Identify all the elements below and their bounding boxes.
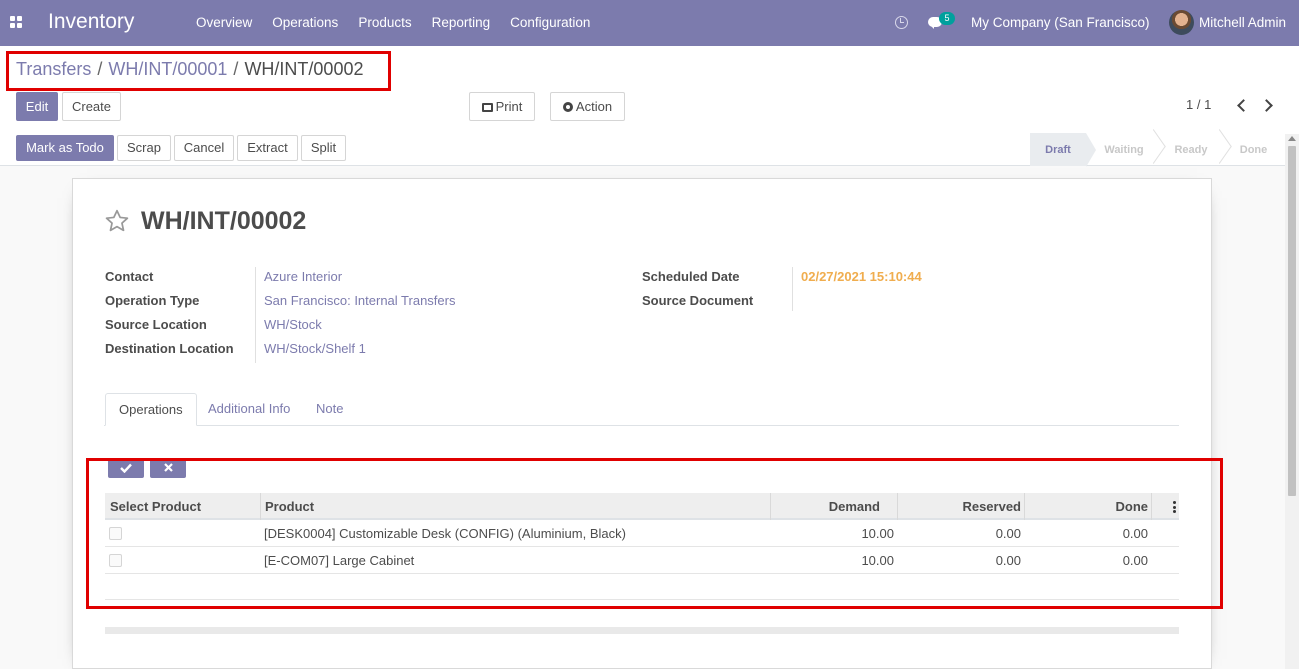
status-draft: Draft [1030,133,1096,167]
clock-icon[interactable] [895,16,908,29]
table-footer-bar [105,627,1179,634]
create-button[interactable]: Create [62,92,121,121]
destination-location-value[interactable]: WH/Stock/Shelf 1 [264,341,366,356]
highlight-box-table [86,458,1223,609]
split-button[interactable]: Split [301,135,346,161]
destination-location-label: Destination Location [105,341,234,356]
menu-item-overview[interactable]: Overview [186,0,262,46]
highlight-box-breadcrumb [6,51,391,91]
operation-type-label: Operation Type [105,293,200,308]
user-menu[interactable]: Mitchell Admin [1199,0,1286,45]
record-title: WH/INT/00002 [141,207,307,235]
action-label: Action [575,99,613,114]
messages-badge: 5 [939,12,955,25]
source-location-value[interactable]: WH/Stock [264,317,322,332]
menu-item-products[interactable]: Products [348,0,421,46]
field-divider [792,267,793,311]
status-done: Done [1239,144,1268,156]
menu-item-configuration[interactable]: Configuration [500,0,600,46]
tab-note[interactable]: Note [303,393,356,426]
printer-icon [481,103,493,112]
tab-operations[interactable]: Operations [105,393,197,426]
pager-value[interactable]: 1 / 1 [1186,97,1211,112]
main-menu: Overview Operations Products Reporting C… [186,0,600,46]
menu-item-reporting[interactable]: Reporting [422,0,501,46]
scheduled-date-label: Scheduled Date [642,269,740,284]
scheduled-date-value: 02/27/2021 15:10:44 [801,269,922,284]
source-document-label: Source Document [642,293,754,308]
tab-additional-info[interactable]: Additional Info [195,393,303,426]
print-label: Print [495,99,523,114]
apps-grid-icon[interactable] [10,16,23,29]
gear-icon [562,102,573,112]
control-panel: Transfers / WH/INT/00001/WH/INT/00002 Edit… [0,46,1299,167]
mark-as-todo-button[interactable]: Mark as Todo [16,135,114,161]
chevron-right-icon[interactable] [1260,99,1273,112]
star-icon[interactable] [104,208,130,234]
contact-label: Contact [105,269,154,284]
scroll-up-arrow-icon[interactable] [1288,136,1296,141]
avatar[interactable] [1169,10,1194,35]
chevron-left-icon[interactable] [1237,99,1250,112]
app-name[interactable]: Inventory [48,10,134,34]
status-bar: Draft Waiting Ready Done [1030,133,1283,167]
scrap-button[interactable]: Scrap [117,135,171,161]
extract-button[interactable]: Extract [237,135,298,161]
top-navbar: Inventory Overview Operations Products R… [0,0,1299,46]
operation-type-value[interactable]: San Francisco: Internal Transfers [264,293,455,308]
menu-item-operations[interactable]: Operations [262,0,348,46]
scrollbar-thumb[interactable] [1288,146,1296,496]
edit-button[interactable]: Edit [16,92,58,121]
status-ready: Ready [1158,133,1224,167]
company-switcher[interactable]: My Company (San Francisco) [971,0,1150,45]
print-button[interactable]: Print [469,92,535,121]
cancel-button[interactable]: Cancel [174,135,234,161]
action-button[interactable]: Action [550,92,625,121]
contact-value[interactable]: Azure Interior [264,269,342,284]
status-waiting: Waiting [1090,133,1158,167]
scrollbar[interactable] [1285,134,1299,669]
source-location-label: Source Location [105,317,207,332]
field-divider [255,267,256,363]
